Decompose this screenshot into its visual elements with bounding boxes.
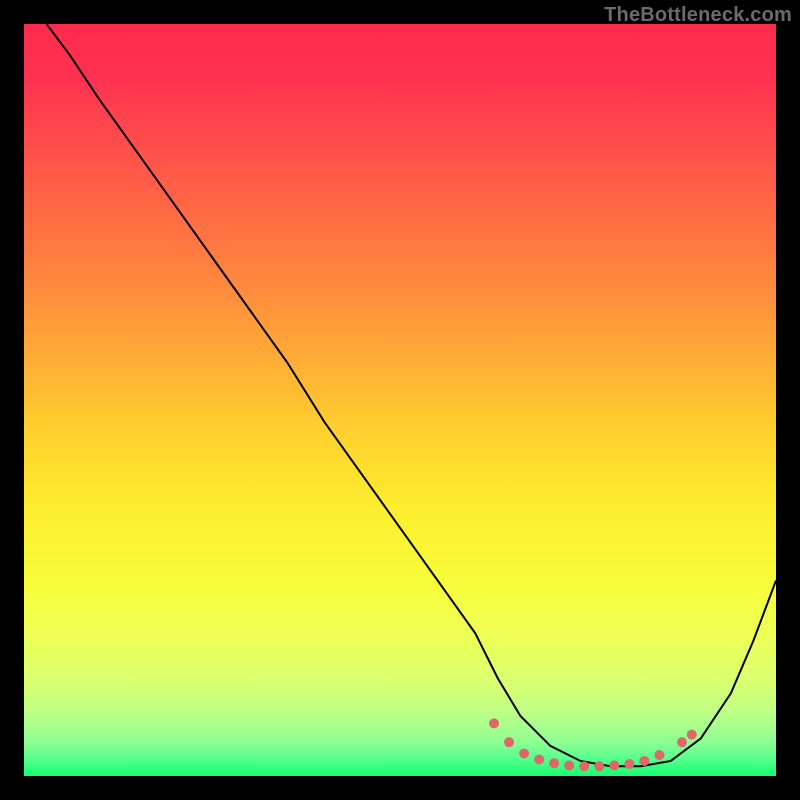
- marker-dot: [534, 754, 544, 764]
- marker-dot: [687, 730, 697, 740]
- marker-dot: [519, 748, 529, 758]
- watermark-text: TheBottleneck.com: [604, 4, 792, 27]
- marker-dot: [549, 758, 559, 768]
- chart-frame: TheBottleneck.com: [0, 0, 800, 800]
- marker-dot: [579, 761, 589, 771]
- bottleneck-curve: [47, 24, 776, 766]
- marker-dot: [594, 761, 604, 771]
- marker-dot: [624, 759, 634, 769]
- marker-dot: [564, 760, 574, 770]
- marker-dot: [609, 760, 619, 770]
- marker-dot: [654, 750, 664, 760]
- marker-dot: [677, 737, 687, 747]
- plot-area: [24, 24, 776, 776]
- marker-dot: [639, 756, 649, 766]
- marker-dot: [489, 718, 499, 728]
- chart-overlay: [24, 24, 776, 776]
- marker-dot: [504, 737, 514, 747]
